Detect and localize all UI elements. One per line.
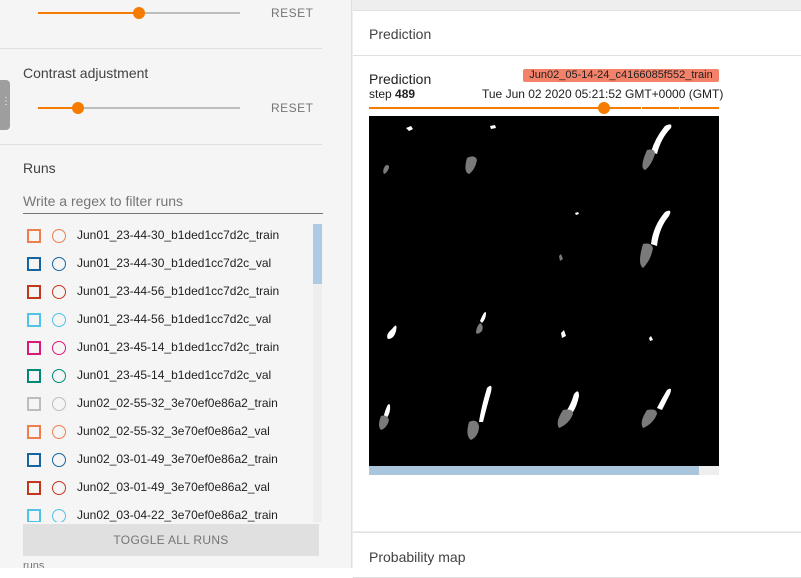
run-list-item[interactable]: Jun02_03-04-22_3e70ef0e86a2_train <box>23 502 313 522</box>
run-list-item[interactable]: Jun01_23-44-56_b1ded1cc7d2c_val <box>23 306 313 334</box>
run-checkbox[interactable] <box>27 425 41 439</box>
run-list-item[interactable]: Jun02_02-55-32_3e70ef0e86a2_val <box>23 418 313 446</box>
run-radio[interactable] <box>52 229 66 243</box>
run-list-item[interactable]: Jun01_23-44-56_b1ded1cc7d2c_train <box>23 278 313 306</box>
slider-track <box>369 107 719 109</box>
run-checkbox[interactable] <box>27 481 41 495</box>
run-radio[interactable] <box>52 481 66 495</box>
run-label: Jun01_23-44-30_b1ded1cc7d2c_val <box>77 256 272 270</box>
prediction-image <box>369 116 719 466</box>
run-list-item[interactable]: Jun01_23-45-14_b1ded1cc7d2c_val <box>23 362 313 390</box>
slider-thumb[interactable] <box>133 7 145 19</box>
run-radio[interactable] <box>52 285 66 299</box>
slider-fill <box>38 12 139 14</box>
run-radio[interactable] <box>52 397 66 411</box>
run-checkbox[interactable] <box>27 257 41 271</box>
run-list-item[interactable]: Jun02_02-55-32_3e70ef0e86a2_train <box>23 390 313 418</box>
probability-map-section: Probability map <box>353 532 801 578</box>
slider-tick <box>641 106 642 110</box>
run-radio[interactable] <box>52 453 66 467</box>
run-list-item[interactable]: Jun02_03-01-49_3e70ef0e86a2_val <box>23 474 313 502</box>
run-label: Jun02_02-55-32_3e70ef0e86a2_train <box>77 396 278 410</box>
run-filter-input[interactable] <box>23 189 323 214</box>
drag-handle-icon: ⋮ <box>1 96 11 107</box>
run-checkbox[interactable] <box>27 509 41 522</box>
run-radio[interactable] <box>52 425 66 439</box>
section-header[interactable]: Probability map <box>353 533 801 578</box>
section-header[interactable]: Prediction <box>353 11 801 56</box>
run-label: Jun01_23-45-14_b1ded1cc7d2c_val <box>77 368 272 382</box>
slider-tick <box>679 106 680 110</box>
run-checkbox[interactable] <box>27 453 41 467</box>
toggle-all-runs-button[interactable]: TOGGLE ALL RUNS <box>23 524 319 556</box>
segmentation-mask <box>379 124 672 440</box>
sidebar-collapse-handle[interactable]: ⋮ <box>0 80 11 130</box>
run-label: Jun01_23-45-14_b1ded1cc7d2c_train <box>77 340 280 354</box>
run-checkbox[interactable] <box>27 341 41 355</box>
step-slider[interactable] <box>369 100 719 116</box>
image-card-title: Prediction <box>369 71 432 87</box>
runs-title: Runs <box>23 160 56 176</box>
run-label: Jun02_03-04-22_3e70ef0e86a2_train <box>77 508 278 522</box>
sidebar: RESET Contrast adjustment RESET ⋮ Runs J… <box>0 0 352 568</box>
run-name-badge: Jun02_05-14-24_c4166085f552_train <box>523 69 719 82</box>
runs-footer-label: runs <box>23 560 45 568</box>
image-scrollbar-thumb[interactable] <box>369 466 699 475</box>
run-radio[interactable] <box>52 341 66 355</box>
run-radio[interactable] <box>52 257 66 271</box>
runs-list: Jun01_23-44-30_b1ded1cc7d2c_train Jun01_2… <box>23 222 323 522</box>
run-label: Jun02_03-01-49_3e70ef0e86a2_val <box>77 480 270 494</box>
run-list-item[interactable]: Jun01_23-44-30_b1ded1cc7d2c_val <box>23 250 313 278</box>
run-checkbox[interactable] <box>27 229 41 243</box>
run-list-item[interactable]: Jun02_03-01-49_3e70ef0e86a2_train <box>23 446 313 474</box>
run-radio[interactable] <box>52 509 66 522</box>
step-value: 489 <box>395 87 416 101</box>
run-checkbox[interactable] <box>27 397 41 411</box>
section-title: Prediction <box>369 26 432 42</box>
brightness-slider[interactable] <box>38 3 240 23</box>
timestamp: Tue Jun 02 2020 05:21:52 GMT+0000 (GMT) <box>482 87 724 101</box>
contrast-reset-button[interactable]: RESET <box>271 101 314 115</box>
run-label: Jun02_02-55-32_3e70ef0e86a2_val <box>77 424 270 438</box>
contrast-slider[interactable] <box>38 98 240 118</box>
main-panel: Prediction Prediction step 489 Jun02_05-… <box>352 0 801 578</box>
run-list-item[interactable]: Jun01_23-45-14_b1ded1cc7d2c_train <box>23 334 313 362</box>
contrast-title: Contrast adjustment <box>23 65 149 81</box>
run-checkbox[interactable] <box>27 285 41 299</box>
run-checkbox[interactable] <box>27 369 41 383</box>
slider-thumb[interactable] <box>597 102 610 114</box>
run-label: Jun01_23-44-30_b1ded1cc7d2c_train <box>77 228 280 242</box>
divider <box>0 144 322 145</box>
run-checkbox[interactable] <box>27 313 41 327</box>
run-list-item[interactable]: Jun01_23-44-30_b1ded1cc7d2c_train <box>23 222 313 250</box>
run-label: Jun01_23-44-56_b1ded1cc7d2c_val <box>77 312 272 326</box>
run-label: Jun01_23-44-56_b1ded1cc7d2c_train <box>77 284 280 298</box>
step-label: step 489 <box>369 87 416 101</box>
slider-thumb[interactable] <box>72 102 85 114</box>
run-label: Jun02_03-01-49_3e70ef0e86a2_train <box>77 452 278 466</box>
section-title: Probability map <box>369 549 466 565</box>
brightness-reset-button[interactable]: RESET <box>271 6 314 20</box>
divider <box>0 48 322 49</box>
run-radio[interactable] <box>52 369 66 383</box>
runs-scrollbar-thumb[interactable] <box>313 224 322 284</box>
run-radio[interactable] <box>52 313 66 327</box>
